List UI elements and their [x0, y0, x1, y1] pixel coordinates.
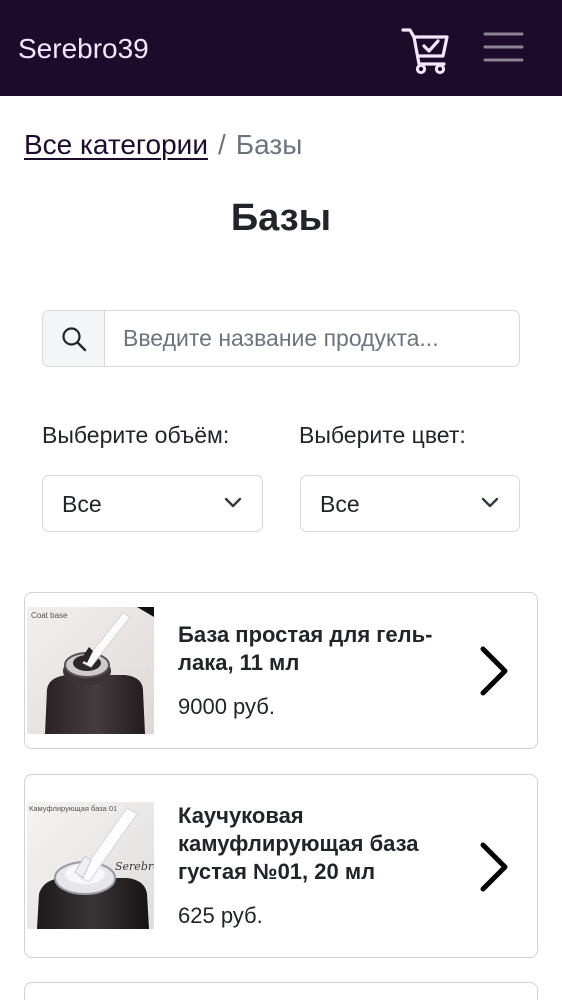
breadcrumb: Все категории / Базы	[24, 128, 302, 162]
page-title: Базы	[230, 197, 332, 239]
product-image: Serebro Coat base	[27, 607, 154, 734]
volume-select-value: Все	[62, 491, 102, 517]
top-navbar: Serebro39	[0, 0, 562, 96]
volume-filter-label: Выберите объём:	[42, 422, 230, 448]
product-price: 625 руб.	[178, 903, 263, 928]
breadcrumb-all-categories-link[interactable]: Все категории	[24, 129, 208, 160]
product-price: 9000 руб.	[178, 694, 276, 719]
breadcrumb-separator: /	[217, 129, 226, 160]
chevron-down-icon	[224, 497, 242, 508]
hamburger-menu-icon	[483, 32, 524, 62]
product-image: Serebro Камуфлирующая база 01	[27, 802, 154, 929]
color-filter-label: Выберите цвет:	[299, 422, 466, 448]
brand-logo[interactable]: Serebro39	[18, 32, 149, 66]
shopping-cart-check-icon	[401, 28, 449, 75]
product-image-caption: Камуфлирующая база 01	[29, 804, 117, 813]
product-card[interactable]	[24, 982, 538, 1000]
product-image-logo: Serebro	[111, 659, 154, 672]
product-name[interactable]: База простая для гель-лака, 11 мл	[178, 621, 458, 677]
chevron-right-icon[interactable]	[477, 841, 513, 893]
product-image-caption: Coat base	[31, 611, 68, 620]
search-input[interactable]	[105, 311, 519, 366]
search-icon	[61, 326, 86, 351]
cart-button[interactable]	[400, 24, 452, 76]
color-select-value: Все	[320, 491, 360, 517]
menu-toggle-button[interactable]	[482, 28, 526, 68]
search-box	[42, 310, 520, 367]
volume-select[interactable]: Все	[42, 475, 263, 532]
product-image-logo: Serebro	[115, 860, 154, 873]
product-card[interactable]: Serebro Coat base База простая для гель-…	[24, 592, 538, 749]
color-select[interactable]: Все	[300, 475, 520, 532]
search-button[interactable]	[43, 311, 105, 366]
chevron-down-icon	[481, 497, 499, 508]
product-card[interactable]: Serebro Камуфлирующая база 01 Каучуковая…	[24, 774, 538, 958]
chevron-right-icon[interactable]	[477, 645, 513, 697]
breadcrumb-current: Базы	[235, 129, 303, 160]
product-name[interactable]: Каучуковая камуфлирующая база густая №01…	[178, 802, 458, 886]
